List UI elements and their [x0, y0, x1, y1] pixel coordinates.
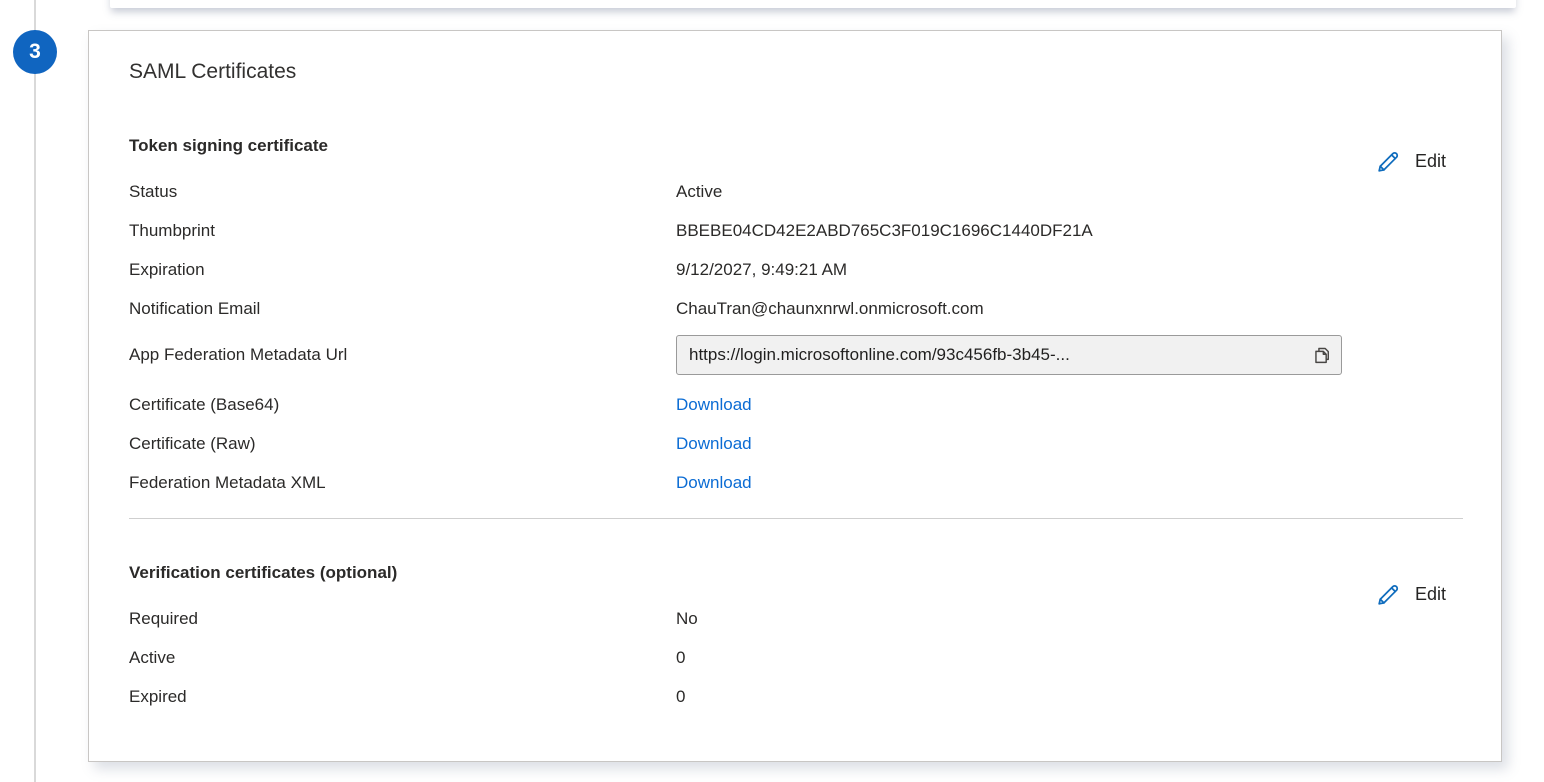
notification-email-value: ChauTran@chaunxnrwl.onmicrosoft.com	[676, 298, 984, 320]
federation-metadata-xml-row: Federation Metadata XML Download	[129, 470, 1445, 496]
expired-label: Expired	[129, 686, 676, 708]
copy-icon	[1311, 344, 1333, 366]
thumbprint-row: Thumbprint BBEBE04CD42E2ABD765C3F019C169…	[129, 218, 1445, 244]
expired-value: 0	[676, 686, 685, 708]
certificate-base64-label: Certificate (Base64)	[129, 394, 676, 416]
app-federation-metadata-url-label: App Federation Metadata Url	[129, 344, 676, 366]
edit-button-label: Edit	[1415, 584, 1446, 605]
certificate-raw-row: Certificate (Raw) Download	[129, 431, 1445, 457]
active-label: Active	[129, 647, 676, 669]
verification-certificates-heading: Verification certificates (optional)	[129, 561, 1445, 584]
expired-row: Expired 0	[129, 684, 1445, 710]
download-certificate-base64-link[interactable]: Download	[676, 394, 752, 416]
token-signing-heading: Token signing certificate	[129, 134, 1445, 157]
federation-metadata-xml-label: Federation Metadata XML	[129, 472, 676, 494]
saml-certificates-card: SAML Certificates Token signing certific…	[88, 30, 1502, 762]
active-value: 0	[676, 647, 685, 669]
timeline-line	[34, 0, 36, 782]
pencil-icon	[1375, 148, 1402, 175]
status-label: Status	[129, 181, 676, 203]
certificate-raw-label: Certificate (Raw)	[129, 433, 676, 455]
status-row: Status Active	[129, 179, 1445, 205]
expiration-value: 9/12/2027, 9:49:21 AM	[676, 259, 847, 281]
active-row: Active 0	[129, 645, 1445, 671]
thumbprint-value: BBEBE04CD42E2ABD765C3F019C1696C1440DF21A	[676, 220, 1093, 242]
previous-section-card-edge	[110, 0, 1516, 8]
notification-email-row: Notification Email ChauTran@chaunxnrwl.o…	[129, 296, 1445, 322]
edit-token-signing-button[interactable]: Edit	[1375, 148, 1446, 175]
token-signing-certificate-section: Token signing certificate Status Active …	[129, 134, 1445, 496]
status-value: Active	[676, 181, 722, 203]
card-title: SAML Certificates	[129, 59, 1445, 84]
pencil-icon	[1375, 581, 1402, 608]
required-value: No	[676, 608, 698, 630]
copy-url-button[interactable]	[1305, 342, 1333, 368]
certificate-base64-row: Certificate (Base64) Download	[129, 392, 1445, 418]
section-divider	[129, 518, 1463, 519]
step-3-badge: 3	[13, 30, 57, 74]
download-certificate-raw-link[interactable]: Download	[676, 433, 752, 455]
verification-certificates-section: Verification certificates (optional) Req…	[129, 561, 1445, 710]
edit-button-label: Edit	[1415, 151, 1446, 172]
thumbprint-label: Thumbprint	[129, 220, 676, 242]
expiration-row: Expiration 9/12/2027, 9:49:21 AM	[129, 257, 1445, 283]
notification-email-label: Notification Email	[129, 298, 676, 320]
app-federation-metadata-url-row: App Federation Metadata Url https://logi…	[129, 335, 1445, 375]
required-row: Required No	[129, 606, 1445, 632]
edit-verification-button[interactable]: Edit	[1375, 581, 1446, 608]
required-label: Required	[129, 608, 676, 630]
app-federation-metadata-url-box[interactable]: https://login.microsoftonline.com/93c456…	[676, 335, 1342, 375]
expiration-label: Expiration	[129, 259, 676, 281]
download-federation-metadata-xml-link[interactable]: Download	[676, 472, 752, 494]
app-federation-metadata-url-value[interactable]: https://login.microsoftonline.com/93c456…	[689, 344, 1305, 366]
